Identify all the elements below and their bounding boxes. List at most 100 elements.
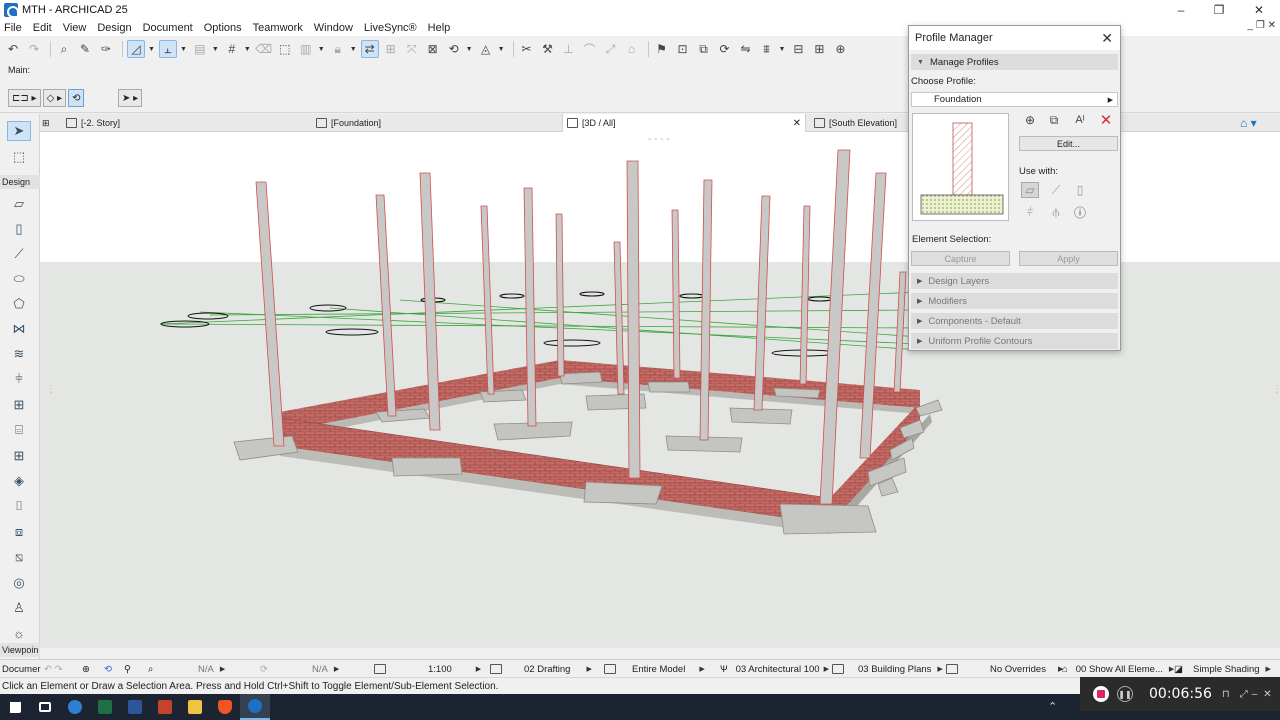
menu-document[interactable]: Document <box>143 22 193 34</box>
angle-value[interactable]: N/A ▶ <box>312 660 339 678</box>
element-info-icon[interactable]: ⊟ <box>789 40 807 58</box>
elevate-icon[interactable]: ⊠ <box>424 40 442 58</box>
capture-button[interactable]: Capture <box>911 251 1010 266</box>
column-tool-icon[interactable]: ▯ <box>9 219 29 239</box>
rotate-icon[interactable]: ⟳ <box>260 660 268 678</box>
scale-select[interactable]: 1:100 ▶ <box>374 660 481 678</box>
flag-icon[interactable]: ⚑ <box>653 40 671 58</box>
chevron-down-icon[interactable]: ▼ <box>466 46 473 53</box>
railing-tool-icon[interactable]: ⫩ <box>9 369 29 389</box>
align-icon[interactable]: ⊞ <box>382 40 400 58</box>
info-icon[interactable]: ⓘ <box>1071 204 1089 220</box>
corner-window-tool-icon[interactable]: ⧈ <box>9 522 29 542</box>
publish-icon[interactable]: ⧉ <box>695 40 713 58</box>
graphic-override-select[interactable]: No Overrides ▶ <box>946 660 1063 678</box>
word-icon[interactable] <box>120 694 150 720</box>
marquee-icon[interactable]: ⬚ <box>276 40 294 58</box>
menu-livesync[interactable]: LiveSync® <box>364 22 417 34</box>
renovation-filter-select[interactable]: ⌂ 00 Show All Eleme... ▶ <box>1062 660 1174 678</box>
menu-file[interactable]: File <box>4 22 22 34</box>
chevron-down-icon[interactable]: ▼ <box>350 46 357 53</box>
marquee-tool-icon[interactable]: ⬚ <box>9 147 29 167</box>
adjust-icon[interactable]: ⚒ <box>539 40 557 58</box>
group-icon[interactable]: ▤ <box>191 40 209 58</box>
schedule-icon[interactable]: ⊞ <box>810 40 828 58</box>
window-tool-icon[interactable]: ⊞ <box>9 446 29 466</box>
lock-icon[interactable]: 🔒︎ <box>329 40 347 58</box>
use-with-wall-icon[interactable]: ▱ <box>1021 182 1039 198</box>
use-with-railing-icon[interactable]: ⫩ <box>1021 204 1039 220</box>
stop-recording-button[interactable] <box>1093 686 1109 702</box>
stair-icon[interactable]: ⩩ <box>758 40 776 58</box>
chevron-down-icon[interactable]: ▼ <box>318 46 325 53</box>
tab-foundation[interactable]: [Foundation] <box>316 114 556 132</box>
menu-help[interactable]: Help <box>428 22 451 34</box>
design-layers-section[interactable]: ▶ Design Layers <box>911 273 1118 289</box>
grid-snap-icon[interactable]: # <box>223 40 241 58</box>
wall-method-icon[interactable]: ⊏⊐ ▸ <box>8 89 41 107</box>
right-edge-handle[interactable]: ⋮ <box>1272 384 1280 404</box>
components-section[interactable]: ▶ Components - Default <box>911 313 1118 329</box>
zoom-in-icon[interactable]: ⊕ <box>82 660 90 678</box>
3d-style-select[interactable]: ◪ Simple Shading ▶ <box>1174 660 1271 678</box>
intersect-icon[interactable]: ⊥ <box>560 40 578 58</box>
navigator-icon[interactable]: ⌂ ▾ <box>1240 114 1280 132</box>
maximize-button[interactable]: ❐ <box>1200 0 1238 20</box>
arrow-tool-icon[interactable]: ➤ <box>7 121 31 141</box>
hotlink-icon[interactable]: ⇋ <box>737 40 755 58</box>
top-edge-handle[interactable]: - - - - <box>648 134 672 145</box>
guide-lines-icon[interactable]: ◿ <box>127 40 145 58</box>
edge-browser-icon[interactable] <box>60 694 90 720</box>
powerpoint-icon[interactable] <box>150 694 180 720</box>
skylight-tool-icon[interactable]: ◈ <box>9 471 29 491</box>
pen-set-select[interactable]: Ѱ 03 Architectural 100 ▶ <box>720 660 829 678</box>
delete-profile-icon[interactable]: ✕ <box>1097 112 1115 129</box>
solid-operations-icon[interactable]: ◬ <box>477 40 495 58</box>
roof-trim-icon[interactable]: ⌂ <box>623 40 641 58</box>
chevron-down-icon[interactable]: ▼ <box>779 46 786 53</box>
zoom-value[interactable]: N/A ▶ <box>198 660 225 678</box>
menu-view[interactable]: View <box>63 22 87 34</box>
modifiers-section[interactable]: ▶ Modifiers <box>911 293 1118 309</box>
new-profile-icon[interactable]: ⊕ <box>1021 112 1039 128</box>
recorder-minimize-icon[interactable]: – <box>1252 689 1258 700</box>
distribute-icon[interactable]: ⤧ <box>403 40 421 58</box>
sync-icon[interactable]: ⟳ <box>716 40 734 58</box>
use-with-handrail-icon[interactable]: ⫛ <box>1047 204 1065 220</box>
file-explorer-icon[interactable] <box>180 694 210 720</box>
chevron-down-icon[interactable]: ▼ <box>148 46 155 53</box>
use-with-beam-icon[interactable]: ⟋ <box>1047 182 1065 198</box>
chevron-down-icon[interactable]: ▼ <box>180 46 187 53</box>
snap-guides-icon[interactable]: ⫠ <box>158 40 177 58</box>
split-icon[interactable]: ✂ <box>518 40 536 58</box>
close-window-button[interactable]: ✕ <box>1240 0 1278 20</box>
model-view-options-select[interactable]: 03 Building Plans ▶ <box>832 660 943 678</box>
windows-start-icon[interactable] <box>0 694 30 720</box>
wall-tool-icon[interactable]: ▱ <box>9 194 29 214</box>
edit-profile-button[interactable]: Edit... <box>1019 136 1118 151</box>
layer-combination-select[interactable]: 02 Drafting ▶ <box>490 660 592 678</box>
slab-tool-icon[interactable]: ⬭ <box>9 269 29 289</box>
suspend-groups-icon[interactable]: ⇄ <box>360 40 379 58</box>
archicad-task-icon[interactable] <box>240 694 270 720</box>
recorder-close-icon[interactable]: ✕ <box>1263 689 1271 700</box>
pause-recording-button[interactable]: ❚❚ <box>1117 686 1133 702</box>
rename-profile-icon[interactable]: Aᴵ <box>1071 112 1089 128</box>
curtain-wall-tool-icon[interactable]: ⊞ <box>9 395 29 415</box>
menu-window[interactable]: Window <box>314 22 353 34</box>
stair-tool-icon[interactable]: ≋ <box>9 344 29 364</box>
zone-tool-icon[interactable]: ◎ <box>9 573 29 593</box>
task-view-icon[interactable] <box>30 694 60 720</box>
fillet-icon[interactable]: ⌒ <box>581 40 599 58</box>
view-3d-icon[interactable]: ⟲ <box>445 40 463 58</box>
undo-icon[interactable]: ↶ <box>4 40 22 58</box>
duplicate-profile-icon[interactable]: ⧉ <box>1045 112 1063 128</box>
issue-icon[interactable]: ⊕ <box>831 40 849 58</box>
mesh-tool-icon[interactable]: ⧅ <box>9 547 29 567</box>
close-palette-icon[interactable]: ✕ <box>1101 30 1113 47</box>
manage-profiles-section[interactable]: ▼ Manage Profiles <box>911 54 1118 70</box>
profile-manager-header[interactable]: Profile Manager ✕ <box>909 26 1120 50</box>
pick-up-icon[interactable]: ✎ <box>76 40 94 58</box>
apply-button[interactable]: Apply <box>1019 251 1118 266</box>
tab-overview-icon[interactable]: ⊞ <box>42 114 62 132</box>
